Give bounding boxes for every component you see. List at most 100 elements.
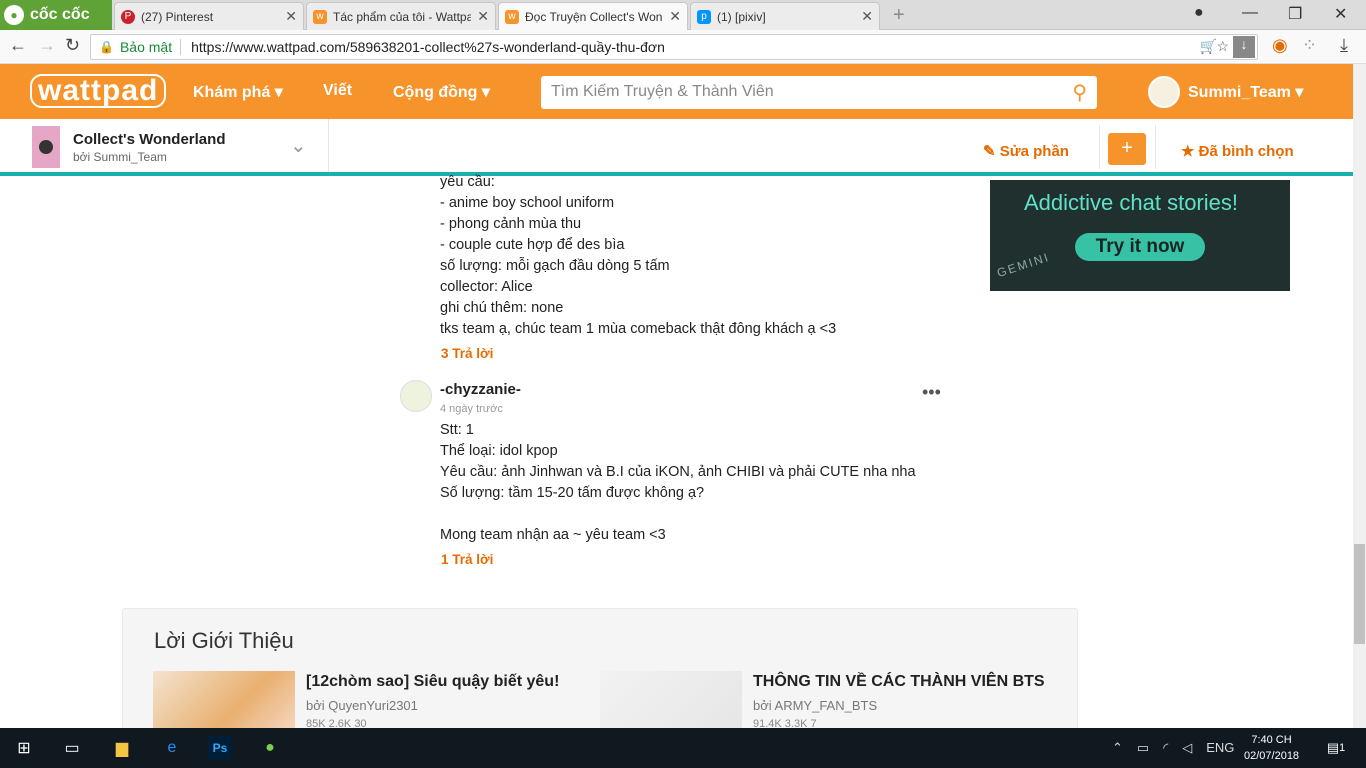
replies-link[interactable]: 3 Trả lời xyxy=(441,346,493,361)
browser-brand[interactable]: ● cốc cốc xyxy=(0,0,112,30)
clock[interactable]: 7:40 CH 02/07/2018 xyxy=(1244,732,1299,764)
minimize-button[interactable]: — xyxy=(1242,4,1258,22)
browser-tab-bar: ● cốc cốc P (27) Pinterest ✕ w Tác phẩm … xyxy=(0,0,1366,30)
profile-icon[interactable]: ● xyxy=(1194,4,1204,22)
url-text: https://www.wattpad.com/589638201-collec… xyxy=(191,39,665,55)
story-link[interactable]: [12chòm sao] Siêu quậy biết yêu! xyxy=(306,673,559,691)
close-icon[interactable]: ✕ xyxy=(861,8,873,25)
coccoc-logo-icon: ● xyxy=(4,5,24,25)
reload-button[interactable]: ↻ xyxy=(65,35,80,56)
tab-title: (27) Pinterest xyxy=(141,9,214,24)
edit-part-button[interactable]: ✎ Sửa phần xyxy=(983,142,1069,160)
extension-icon[interactable]: ◉ xyxy=(1272,35,1288,56)
story-author[interactable]: bởi QuyenYuri2301 xyxy=(306,698,418,713)
maximize-button[interactable]: ❐ xyxy=(1288,4,1302,24)
chevron-up-icon[interactable]: ⌃ xyxy=(1112,740,1123,756)
comment-line: số lượng: mỗi gạch đầu dòng 5 tấm xyxy=(440,258,670,274)
task-view-icon[interactable]: ▭ xyxy=(60,736,84,760)
search-placeholder: Tìm Kiếm Truyện & Thành Viên xyxy=(551,83,774,100)
star-icon[interactable]: ☆ xyxy=(1216,38,1229,55)
photoshop-icon[interactable]: Ps xyxy=(208,736,232,760)
story-thumbnail[interactable] xyxy=(153,671,295,731)
tab-title: Đọc Truyện Collect's Wonderland xyxy=(525,9,663,24)
tab-pixiv[interactable]: p (1) [pixiv] ✕ xyxy=(690,2,880,30)
edit-label: Sửa phần xyxy=(999,143,1069,160)
add-to-list-button[interactable]: + xyxy=(1108,133,1146,165)
more-options-button[interactable]: ••• xyxy=(922,382,941,403)
downloads-icon[interactable]: ⤓ xyxy=(1340,35,1348,56)
notification-icon[interactable]: ▤ 1 xyxy=(1324,736,1348,760)
language-indicator[interactable]: ENG xyxy=(1206,740,1234,756)
pixiv-icon: p xyxy=(697,9,711,24)
vote-label: Đã bình chọn xyxy=(1198,143,1294,160)
comment-line: ghi chú thêm: none xyxy=(440,300,564,316)
story-title[interactable]: Collect's Wonderland xyxy=(73,131,225,148)
chevron-down-icon[interactable]: ⌄ xyxy=(290,133,307,158)
cart-icon[interactable]: 🛒 xyxy=(1200,38,1217,55)
replies-link[interactable]: 1 Trả lời xyxy=(441,552,493,567)
secure-label: Bảo mật xyxy=(120,39,182,55)
avatar[interactable] xyxy=(400,380,432,412)
story-link[interactable]: THÔNG TIN VỀ CÁC THÀNH VIÊN BTS xyxy=(753,673,1045,691)
comment-author[interactable]: -chyzzanie- xyxy=(440,381,521,398)
clock-time: 7:40 CH xyxy=(1251,734,1292,746)
nav-explore[interactable]: Khám phá ▾ xyxy=(193,82,283,102)
tab-wattpad-works[interactable]: w Tác phẩm của tôi - Wattpad ✕ xyxy=(306,2,496,30)
advertisement[interactable]: Addictive chat stories! Try it now GEMIN… xyxy=(990,180,1290,291)
comment-line: - anime boy school uniform xyxy=(440,195,615,211)
ad-headline: Addictive chat stories! xyxy=(1024,190,1238,215)
page-scrollbar[interactable] xyxy=(1353,64,1366,728)
edge-icon[interactable]: e xyxy=(160,736,184,760)
clock-date: 02/07/2018 xyxy=(1244,750,1300,762)
close-icon[interactable]: ✕ xyxy=(285,8,297,25)
tab-title: Tác phẩm của tôi - Wattpad xyxy=(333,9,472,24)
extension-icon[interactable]: ⁘ xyxy=(1302,35,1317,56)
comment-line: - phong cảnh mùa thu xyxy=(440,216,582,232)
search-input[interactable]: Tìm Kiếm Truyện & Thành Viên ⚲ xyxy=(541,76,1097,109)
url-field[interactable]: 🔒 Bảo mật https://www.wattpad.com/589638… xyxy=(90,34,1258,60)
wattpad-icon: w xyxy=(313,9,327,24)
system-tray: ⌃ ▭ ◜ ◁ ENG xyxy=(1112,740,1234,756)
search-icon[interactable]: ⚲ xyxy=(1072,80,1087,105)
user-menu[interactable]: Summi_Team ▾ xyxy=(1148,76,1303,108)
comment-line: - couple cute hợp để des bìa xyxy=(440,237,625,253)
story-author[interactable]: bởi ARMY_FAN_BTS xyxy=(753,698,877,713)
story-bar: Collect's Wonderland bởi Summi_Team ⌄ ✎ … xyxy=(0,119,1353,176)
brand-label: cốc cốc xyxy=(30,6,90,23)
close-icon[interactable]: ✕ xyxy=(477,8,489,25)
windows-taskbar: ⊞ ▭ ▆ e Ps ● ⌃ ▭ ◜ ◁ ENG 7:40 CH 02/07/2… xyxy=(0,728,1366,768)
vote-button[interactable]: ★ Đã bình chọn xyxy=(1181,142,1294,160)
username: Summi_Team ▾ xyxy=(1188,84,1304,101)
ad-cta-button[interactable]: Try it now xyxy=(1075,233,1205,261)
file-explorer-icon[interactable]: ▆ xyxy=(110,736,134,760)
nav-community[interactable]: Cộng đồng ▾ xyxy=(393,82,490,102)
story-author[interactable]: bởi Summi_Team xyxy=(73,150,167,164)
scrollbar-thumb[interactable] xyxy=(1354,544,1365,644)
notification-count: 1 xyxy=(1339,742,1346,754)
new-tab-button[interactable]: + xyxy=(893,4,905,27)
tab-pinterest[interactable]: P (27) Pinterest ✕ xyxy=(114,2,304,30)
star-icon: ★ xyxy=(1181,143,1199,160)
story-cover[interactable] xyxy=(32,126,60,168)
coccoc-icon[interactable]: ● xyxy=(258,736,282,760)
comment-line: Mong team nhận aa ~ yêu team <3 xyxy=(440,527,666,543)
comment-line: tks team ạ, chúc team 1 mùa comeback thậ… xyxy=(440,321,837,337)
close-icon[interactable]: ✕ xyxy=(669,8,681,25)
pinterest-icon: P xyxy=(121,9,135,24)
nav-write[interactable]: Viết xyxy=(323,82,352,100)
lock-icon: 🔒 xyxy=(99,40,114,54)
windows-start-icon[interactable]: ⊞ xyxy=(12,736,36,760)
back-button[interactable]: ← xyxy=(9,35,27,56)
comment-line: yêu cầu: xyxy=(440,174,495,190)
comment-time: 4 ngày trước xyxy=(440,403,503,415)
story-thumbnail[interactable] xyxy=(600,671,742,731)
battery-icon[interactable]: ▭ xyxy=(1137,740,1149,756)
wattpad-header: wattpad Khám phá ▾ Viết Cộng đồng ▾ Tìm … xyxy=(0,64,1353,119)
wifi-icon[interactable]: ◜ xyxy=(1163,740,1168,756)
volume-icon[interactable]: ◁ xyxy=(1182,740,1192,756)
tab-wattpad-story[interactable]: w Đọc Truyện Collect's Wonderland ✕ xyxy=(498,2,688,30)
forward-button[interactable]: → xyxy=(38,35,56,56)
wattpad-logo[interactable]: wattpad xyxy=(30,74,167,108)
download-icon[interactable]: ↓ xyxy=(1233,36,1255,58)
close-window-button[interactable]: ✕ xyxy=(1334,4,1347,24)
